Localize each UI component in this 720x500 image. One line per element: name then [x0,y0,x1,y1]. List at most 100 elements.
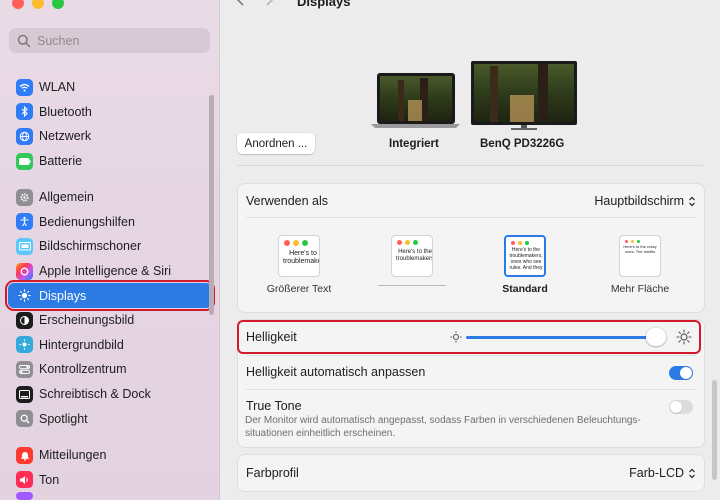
auto-brightness-label: Helligkeit automatisch anpassen [246,365,426,379]
sidebar-item-bluetooth[interactable]: Bluetooth [8,100,212,125]
display-arrangement [371,61,577,130]
separator [246,355,696,356]
true-tone-row: True Tone [246,399,696,413]
sidebar-item-bedienungshilfen[interactable]: Bedienungshilfen [8,210,212,235]
search-icon [17,34,31,47]
popup-chevron-icon [689,468,695,478]
sidebar-item-hintergrundbild[interactable]: Hintergrundbild [8,333,212,358]
sidebar-item-label: Erscheinungsbild [39,313,135,328]
dock-icon [16,385,33,403]
brightness-highlight-frame [237,320,701,354]
arrange-button[interactable]: Anordnen ... [237,133,315,154]
sidebar-item-label: Ton [39,472,60,487]
search-icon [16,410,33,428]
sidebar-item-label: Spotlight [39,411,88,426]
screensaver-icon [16,237,33,255]
external-display-label[interactable]: BenQ PD3226G [480,138,564,150]
resolution-preview: Here's to the troublemakers [391,235,433,277]
main-content: Displays Anordnen ... Integriert BenQ PD… [220,0,720,500]
use-as-popup[interactable]: Hauptbildschirm [594,194,696,208]
use-as-value: Hauptbildschirm [594,194,684,208]
sidebar-item-apple-intelligence-siri[interactable]: Apple Intelligence & Siri [8,259,212,284]
globe-icon [16,127,33,145]
true-tone-toggle[interactable] [669,400,693,414]
control-center-icon [16,360,33,378]
color-profile-label: Farbprofil [246,466,299,480]
battery-icon [16,152,33,170]
bell-icon [16,446,33,464]
color-profile-panel: Farbprofil Farb-LCD [237,454,705,492]
popup-chevron-icon [689,196,695,206]
auto-brightness-row: Helligkeit automatisch anpassen [246,365,696,379]
preview-text: Here's to troublemaker [283,250,320,265]
resolution-label: Größerer Text [266,283,332,295]
sidebar-item-ton[interactable]: Ton [8,468,212,493]
resolution-preview: Here's to troublemaker [278,235,320,277]
zoom-window-button[interactable] [52,0,64,9]
speaker-icon [16,471,33,489]
wifi-icon [16,78,33,96]
sidebar-item-label: Bedienungshilfen [39,214,135,229]
minimize-window-button[interactable] [32,0,44,9]
resolution-tick [378,285,446,286]
sidebar-scrollbar[interactable] [209,95,214,315]
sidebar-item-schreibtisch-dock[interactable]: Schreibtisch & Dock [8,382,212,407]
sidebar-item-label: Schreibtisch & Dock [39,387,151,402]
wallpaper-icon [16,336,33,354]
preview-text: Here's to the troublemakers [396,249,433,262]
partial-icon [16,492,33,500]
resolution-label: Mehr Fläche [610,283,670,295]
gear-icon [16,188,33,206]
use-as-label: Verwenden als [246,194,329,208]
search-field[interactable] [9,28,210,53]
resolution-option-larger-text[interactable]: Here's to troublemaker Größerer Text [265,235,333,295]
separator [246,217,696,218]
sidebar-item-spotlight[interactable]: Spotlight [8,406,212,431]
main-scrollbar[interactable] [712,380,717,480]
sun-icon [16,287,33,304]
resolution-option-2[interactable]: Here's to the troublemakers [378,235,446,286]
sidebar: WLAN Bluetooth Netzwerk Batterie Allg [0,0,220,500]
divider [237,165,703,166]
sidebar-item-label: Apple Intelligence & Siri [39,264,172,279]
resolution-preview: Here's to the troublemakers, ones who se… [504,235,546,277]
preview-text: Here's to the troublemakers, ones who se… [509,247,543,271]
sidebar-item-label: Kontrollzentrum [39,362,127,377]
sidebar-item-label: Allgemein [39,190,94,205]
sidebar-item-label: Bluetooth [39,104,92,119]
color-profile-value: Farb-LCD [629,466,684,480]
sidebar-item-displays[interactable]: Displays [5,280,215,311]
sidebar-item-label: Bildschirmschoner [39,239,142,254]
sidebar-item-netzwerk[interactable]: Netzwerk [8,124,212,149]
resolution-preview: Here's to the crazy ones. The misfits [619,235,661,277]
sidebar-item-kontrollzentrum[interactable]: Kontrollzentrum [8,357,212,382]
resolution-option-more-space[interactable]: Here's to the crazy ones. The misfits Me… [606,235,674,295]
accessibility-icon [16,213,33,231]
resolution-option-standard[interactable]: Here's to the troublemakers, ones who se… [491,235,559,295]
builtin-display-thumbnail[interactable] [371,73,460,128]
true-tone-description: Der Monitor wird automatisch angepasst, … [245,415,641,439]
bluetooth-icon [16,103,33,121]
preview-text: Here's to the crazy ones. The misfits [623,244,657,254]
search-input[interactable] [37,33,197,48]
auto-brightness-toggle[interactable] [669,366,693,380]
appearance-icon [16,311,33,329]
window-controls [12,0,64,9]
siri-icon [16,262,33,280]
separator [246,389,696,390]
sidebar-item-label: Mitteilungen [39,448,107,463]
close-window-button[interactable] [12,0,24,9]
builtin-display-label[interactable]: Integriert [389,138,439,150]
color-profile-popup[interactable]: Farb-LCD [629,466,696,480]
external-display-thumbnail[interactable] [471,61,577,130]
resolution-label: Standard [502,283,548,295]
sidebar-item-allgemein[interactable]: Allgemein [8,185,212,210]
sidebar-item-erscheinungsbild[interactable]: Erscheinungsbild [8,308,212,333]
sidebar-item-bildschirmschoner[interactable]: Bildschirmschoner [8,234,212,259]
sidebar-item-mitteilungen[interactable]: Mitteilungen [8,443,212,468]
sidebar-item-label: Hintergrundbild [39,337,124,352]
sidebar-item-wlan[interactable]: WLAN [8,75,212,100]
sidebar-item-label: Displays [39,288,87,303]
sidebar-item-label: Batterie [39,154,83,169]
sidebar-item-batterie[interactable]: Batterie [8,149,212,174]
